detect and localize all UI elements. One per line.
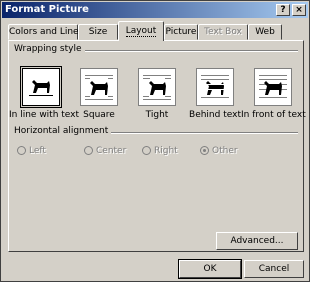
format-picture-dialog: Format Picture ? × Colors and Lines Size… bbox=[0, 0, 310, 282]
tab-picture[interactable]: Picture bbox=[164, 24, 198, 40]
tab-web[interactable]: Web bbox=[248, 24, 282, 40]
wrap-label-in-front-of-text: In front of text bbox=[241, 110, 306, 120]
radio-left-label: Left bbox=[29, 146, 46, 156]
wrap-option-square[interactable]: Square bbox=[73, 68, 125, 120]
wrap-label-square: Square bbox=[83, 110, 115, 120]
title-bar: Format Picture ? × bbox=[2, 2, 308, 18]
radio-right: Right bbox=[142, 146, 178, 156]
horizontal-alignment-label: Horizontal alignment bbox=[14, 126, 112, 136]
radio-other-label: Other bbox=[212, 146, 238, 156]
tab-layout[interactable]: Layout bbox=[118, 21, 164, 41]
radio-center: Center bbox=[84, 146, 126, 156]
ok-button[interactable]: OK bbox=[178, 259, 242, 279]
dialog-title: Format Picture bbox=[5, 4, 89, 15]
dog-front-text-icon bbox=[254, 68, 292, 106]
wrapping-style-label: Wrapping style bbox=[14, 44, 85, 54]
radio-left: Left bbox=[17, 146, 46, 156]
dog-square-icon bbox=[80, 68, 118, 106]
horizontal-alignment-group: Horizontal alignment Left Center Right O… bbox=[14, 126, 298, 163]
wrap-label-tight: Tight bbox=[145, 110, 169, 120]
dog-tight-icon bbox=[138, 68, 176, 106]
tab-layout-label: Layout bbox=[125, 26, 157, 37]
radio-other: Other bbox=[200, 146, 238, 156]
dog-inline-icon bbox=[20, 66, 62, 108]
cancel-button[interactable]: Cancel bbox=[244, 260, 304, 278]
dog-behind-text-icon bbox=[196, 68, 234, 106]
wrap-option-tight[interactable]: Tight bbox=[131, 68, 183, 120]
help-button[interactable]: ? bbox=[276, 4, 290, 16]
close-button[interactable]: × bbox=[292, 4, 306, 16]
wrap-option-inline[interactable]: In line with text bbox=[9, 66, 79, 120]
radio-right-label: Right bbox=[154, 146, 178, 156]
wrap-option-in-front-of-text[interactable]: In front of text bbox=[241, 68, 306, 120]
wrapping-style-group: Wrapping style In line with text Square … bbox=[9, 44, 306, 131]
layout-panel: Wrapping style In line with text Square … bbox=[8, 40, 306, 252]
radio-other-circle bbox=[200, 146, 209, 155]
advanced-button[interactable]: Advanced... bbox=[216, 232, 298, 250]
radio-center-label: Center bbox=[96, 146, 127, 156]
wrap-option-behind-text[interactable]: Behind text bbox=[189, 68, 241, 120]
wrap-label-inline: In line with text bbox=[9, 110, 80, 120]
tab-text-box: Text Box bbox=[198, 24, 248, 40]
radio-right-circle bbox=[142, 146, 151, 155]
tab-colors-and-lines[interactable]: Colors and Lines bbox=[8, 24, 83, 40]
radio-left-circle bbox=[17, 146, 26, 155]
wrap-label-behind-text: Behind text bbox=[189, 110, 241, 120]
tab-size[interactable]: Size bbox=[78, 24, 118, 40]
radio-center-circle bbox=[84, 146, 93, 155]
